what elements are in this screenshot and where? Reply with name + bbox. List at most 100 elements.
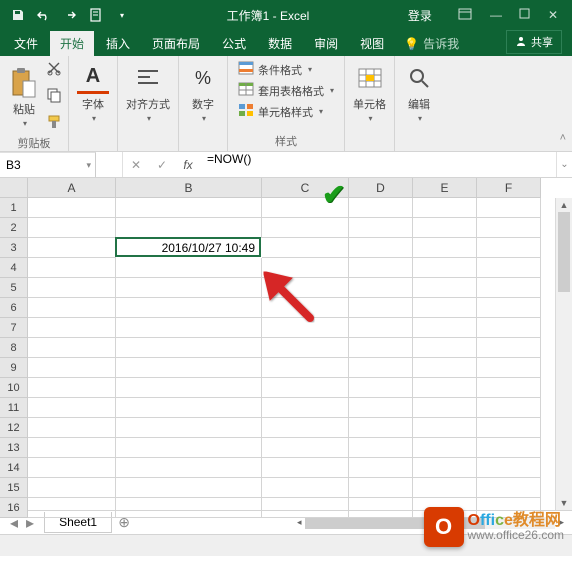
collapse-ribbon-icon[interactable]: ˄ [560,132,566,144]
chevron-down-icon[interactable]: ▾ [86,160,91,171]
cell[interactable] [477,298,541,318]
copy-icon[interactable] [46,87,62,108]
cancel-icon[interactable]: ✕ [123,158,149,172]
close-icon[interactable]: ✕ [548,8,558,22]
tab-review[interactable]: 审阅 [304,31,348,56]
cell[interactable] [477,338,541,358]
scroll-left-icon[interactable]: ◂ [293,517,306,528]
scroll-right-icon[interactable]: ▸ [555,517,568,528]
cell[interactable] [28,438,116,458]
row-header[interactable]: 8 [0,338,28,358]
cell[interactable] [262,278,349,298]
cell[interactable] [349,298,413,318]
cell[interactable] [349,378,413,398]
row-header[interactable]: 13 [0,438,28,458]
cell[interactable] [477,418,541,438]
cell[interactable] [116,478,262,498]
cell[interactable] [28,258,116,278]
cell[interactable] [477,458,541,478]
column-header[interactable]: B [116,178,262,198]
cell[interactable] [477,218,541,238]
row-header[interactable]: 15 [0,478,28,498]
cell[interactable] [413,418,477,438]
cell[interactable] [413,278,477,298]
name-box[interactable]: B3 ▾ [0,152,96,177]
cell[interactable] [413,298,477,318]
paste-button[interactable]: 粘贴 ▾ [6,65,42,130]
cell[interactable] [349,238,413,258]
cell[interactable] [262,318,349,338]
cell[interactable] [349,278,413,298]
cell[interactable] [262,478,349,498]
cell[interactable] [349,458,413,478]
number-button[interactable]: % 数字 ▾ [185,60,221,125]
horizontal-scrollbar[interactable]: ◂ ▸ [136,517,572,529]
formula-input[interactable]: =NOW() [201,152,556,177]
cell[interactable] [28,218,116,238]
ribbon-options-icon[interactable] [458,8,472,23]
cell[interactable] [116,298,262,318]
expand-formula-bar-icon[interactable]: ⌄ [556,152,572,177]
cell[interactable] [477,478,541,498]
cell[interactable] [477,438,541,458]
cell[interactable] [262,458,349,478]
cell[interactable] [262,198,349,218]
cell[interactable] [28,378,116,398]
cell[interactable] [413,498,477,518]
cell[interactable] [28,358,116,378]
cell[interactable] [349,398,413,418]
cell[interactable] [116,338,262,358]
cell[interactable] [477,278,541,298]
cell-styles-button[interactable]: 单元格样式▾ [234,102,338,121]
cell[interactable] [413,238,477,258]
row-header[interactable]: 12 [0,418,28,438]
cell[interactable] [413,338,477,358]
cell[interactable] [28,338,116,358]
tab-view[interactable]: 视图 [350,31,394,56]
redo-icon[interactable] [62,9,78,21]
cell[interactable] [262,438,349,458]
cell[interactable] [28,418,116,438]
cell[interactable] [413,198,477,218]
column-header[interactable]: C [262,178,349,198]
cell[interactable] [349,218,413,238]
cell[interactable] [116,438,262,458]
cell[interactable] [28,458,116,478]
cell[interactable] [349,198,413,218]
cell[interactable] [116,418,262,438]
row-header[interactable]: 4 [0,258,28,278]
cell[interactable] [477,398,541,418]
cell[interactable] [262,238,349,258]
cell[interactable] [349,498,413,518]
cell[interactable] [28,498,116,518]
cell[interactable] [262,418,349,438]
cell[interactable] [413,258,477,278]
cell[interactable] [349,358,413,378]
cell[interactable] [477,358,541,378]
cell[interactable] [116,498,262,518]
tab-data[interactable]: 数据 [258,31,302,56]
cell[interactable] [28,238,116,258]
cell[interactable] [349,258,413,278]
tab-home[interactable]: 开始 [50,31,94,56]
cut-icon[interactable] [46,60,62,81]
cell[interactable] [28,398,116,418]
vertical-scrollbar[interactable]: ▲ ▼ [555,198,572,510]
enter-icon[interactable]: ✓ [149,158,175,172]
cell[interactable] [262,498,349,518]
share-button[interactable]: 共享 [506,30,562,54]
cell[interactable] [477,498,541,518]
undo-icon[interactable] [36,9,52,21]
cell[interactable] [349,418,413,438]
cell[interactable] [477,318,541,338]
editing-button[interactable]: 编辑 ▾ [401,60,437,125]
cell[interactable] [116,398,262,418]
cell[interactable] [262,218,349,238]
login-link[interactable]: 登录 [396,7,444,24]
cell[interactable] [413,318,477,338]
cell[interactable] [477,378,541,398]
tab-page-layout[interactable]: 页面布局 [142,31,210,56]
cell[interactable] [116,318,262,338]
tab-insert[interactable]: 插入 [96,31,140,56]
cell[interactable] [477,238,541,258]
